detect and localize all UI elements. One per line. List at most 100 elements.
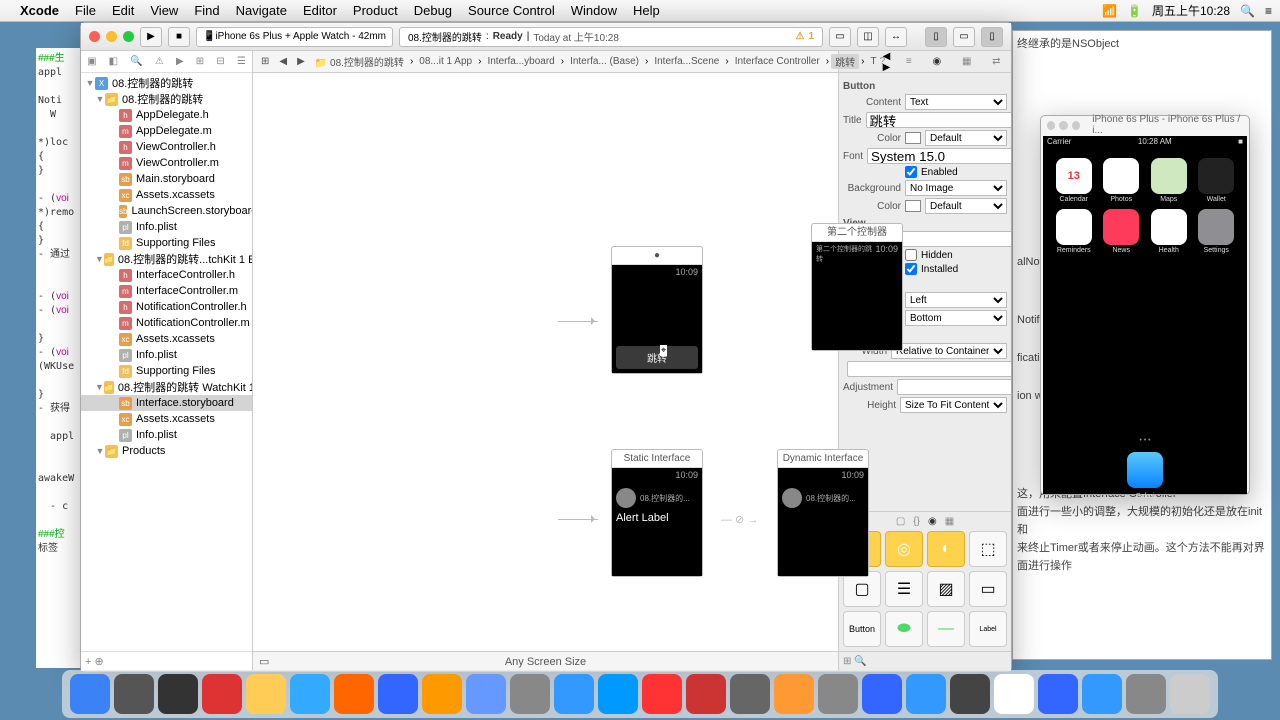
horiz-select[interactable]: Left — [905, 292, 1007, 308]
project-tree[interactable]: ▼X08.控制器的跳转▼📁08.控制器的跳转hAppDelegate.hmApp… — [81, 73, 252, 651]
file-LaunchScreen.storyboard[interactable]: sbLaunchScreen.storyboard — [81, 203, 252, 219]
enabled-checkbox[interactable] — [905, 166, 917, 178]
color-select[interactable]: Default — [925, 130, 1007, 146]
adj-input[interactable] — [897, 379, 1011, 395]
dock-item-9[interactable] — [466, 674, 506, 714]
editor-version[interactable]: ↔ — [885, 27, 907, 47]
simulator-screen[interactable]: Carrier10:28 AM■ 13CalendarPhotosMapsWal… — [1043, 136, 1247, 494]
app-Reminders[interactable]: Reminders — [1053, 209, 1095, 254]
app-News[interactable]: News — [1101, 209, 1143, 254]
dock-item-14[interactable] — [686, 674, 726, 714]
file-Supporting Files[interactable]: fdSupporting Files — [81, 235, 252, 251]
zoom-button[interactable] — [123, 31, 134, 42]
installed-checkbox[interactable] — [905, 263, 917, 275]
file-Assets.xcassets[interactable]: xcAssets.xcassets — [81, 411, 252, 427]
status-icon[interactable]: 📶 — [1102, 4, 1117, 18]
menu-product[interactable]: Product — [353, 3, 398, 18]
scene-dynamic[interactable]: Dynamic Interface 10:09 08.控制器的... — [777, 449, 869, 577]
dock-item-12[interactable] — [598, 674, 638, 714]
file-ViewController.m[interactable]: mViewController.m — [81, 155, 252, 171]
vert-select[interactable]: Bottom — [905, 310, 1007, 326]
menu-debug[interactable]: Debug — [414, 3, 452, 18]
dock-item-19[interactable] — [906, 674, 946, 714]
file-InterfaceController.m[interactable]: mInterfaceController.m — [81, 283, 252, 299]
lib-notification[interactable]: ◐ — [927, 531, 965, 567]
app-Wallet[interactable]: Wallet — [1196, 158, 1238, 203]
bgcolor-select[interactable]: Default — [925, 198, 1007, 214]
title-input[interactable] — [866, 112, 1011, 128]
scene-second[interactable]: 第二个控制器 第二个控制器的跳转10:09 — [811, 223, 903, 351]
inspector-tabs[interactable]: ▢?≡◉▦⇄ — [839, 51, 1011, 73]
file-Info.plist[interactable]: plInfo.plist — [81, 347, 252, 363]
dock[interactable] — [62, 670, 1218, 718]
dock-item-10[interactable] — [510, 674, 550, 714]
scheme-selector[interactable]: 📱 iPhone 6s Plus + Apple Watch - 42mm — [196, 27, 393, 47]
menu-edit[interactable]: Edit — [112, 3, 134, 18]
file-InterfaceController.h[interactable]: hInterfaceController.h — [81, 267, 252, 283]
dock-item-23[interactable] — [1082, 674, 1122, 714]
dock-item-24[interactable] — [1126, 674, 1166, 714]
navigator-tabs[interactable]: ▣◧🔍⚠▶⊞⊟☰ — [81, 51, 252, 73]
menu-find[interactable]: Find — [194, 3, 219, 18]
sim-safari[interactable] — [1127, 452, 1163, 488]
scene-main[interactable]: ● 10:09 跳转 ⌖ — [611, 246, 703, 374]
file-Main.storyboard[interactable]: sbMain.storyboard — [81, 171, 252, 187]
run-button[interactable]: ▶ — [140, 27, 162, 47]
toggle-utilities[interactable]: ▯ — [981, 27, 1003, 47]
dock-item-11[interactable] — [554, 674, 594, 714]
dock-item-15[interactable] — [730, 674, 770, 714]
library-filter[interactable]: ⊞ 🔍 — [839, 651, 1011, 671]
app-Maps[interactable]: Maps — [1148, 158, 1190, 203]
canvas-footer[interactable]: ▭ Any Screen Size — [253, 651, 838, 671]
lib-slider[interactable]: — — [927, 611, 965, 647]
dock-item-13[interactable] — [642, 674, 682, 714]
dock-item-7[interactable] — [378, 674, 418, 714]
file-AppDelegate.h[interactable]: hAppDelegate.h — [81, 107, 252, 123]
project-nav-icon[interactable]: ▣ — [87, 56, 96, 67]
content-select[interactable]: Text — [905, 94, 1007, 110]
spotlight-icon[interactable]: 🔍 — [1240, 4, 1255, 18]
file-ViewController.h[interactable]: hViewController.h — [81, 139, 252, 155]
file-Info.plist[interactable]: plInfo.plist — [81, 219, 252, 235]
close-button[interactable] — [89, 31, 100, 42]
file-Info.plist[interactable]: plInfo.plist — [81, 427, 252, 443]
menu-navigate[interactable]: Navigate — [236, 3, 287, 18]
dock-item-2[interactable] — [158, 674, 198, 714]
lib-table[interactable]: ☰ — [885, 571, 923, 607]
file-Supporting Files[interactable]: fdSupporting Files — [81, 363, 252, 379]
dock-item-21[interactable] — [994, 674, 1034, 714]
file-Interface.storyboard[interactable]: sbInterface.storyboard — [81, 395, 252, 411]
menu-view[interactable]: View — [150, 3, 178, 18]
editor-assistant[interactable]: ◫ — [857, 27, 879, 47]
file-AppDelegate.m[interactable]: mAppDelegate.m — [81, 123, 252, 139]
app-Photos[interactable]: Photos — [1101, 158, 1143, 203]
minimize-button[interactable] — [106, 31, 117, 42]
width-select[interactable]: Relative to Container — [891, 343, 1007, 359]
dock-item-22[interactable] — [1038, 674, 1078, 714]
dock-item-4[interactable] — [246, 674, 286, 714]
menu-editor[interactable]: Editor — [303, 3, 337, 18]
file-NotificationController.m[interactable]: mNotificationController.m — [81, 315, 252, 331]
dock-item-5[interactable] — [290, 674, 330, 714]
dock-item-18[interactable] — [862, 674, 902, 714]
jump-bar[interactable]: ⊞◀▶ 📁 08.控制器的跳转› 08...it 1 App› Interfa.… — [253, 51, 838, 73]
menu-extra[interactable]: ≡ — [1265, 4, 1272, 18]
toggle-debug[interactable]: ▭ — [953, 27, 975, 47]
dock-item-8[interactable] — [422, 674, 462, 714]
font-input[interactable] — [867, 148, 1011, 164]
lib-label[interactable]: Label — [969, 611, 1007, 647]
dock-item-6[interactable] — [334, 674, 374, 714]
menubar[interactable]: Xcode File Edit View Find Navigate Edito… — [0, 0, 1280, 22]
stop-button[interactable]: ■ — [168, 27, 190, 47]
dock-item-0[interactable] — [70, 674, 110, 714]
file-Assets.xcassets[interactable]: xcAssets.xcassets — [81, 331, 252, 347]
menu-file[interactable]: File — [75, 3, 96, 18]
watch-button[interactable]: 跳转 — [616, 346, 698, 369]
menu-app[interactable]: Xcode — [20, 3, 59, 18]
dock-item-25[interactable] — [1170, 674, 1210, 714]
dock-item-17[interactable] — [818, 674, 858, 714]
editor-standard[interactable]: ▭ — [829, 27, 851, 47]
lib-glance[interactable]: ◎ — [885, 531, 923, 567]
lib-button[interactable]: Button — [843, 611, 881, 647]
battery-icon[interactable]: 🔋 — [1127, 4, 1142, 18]
